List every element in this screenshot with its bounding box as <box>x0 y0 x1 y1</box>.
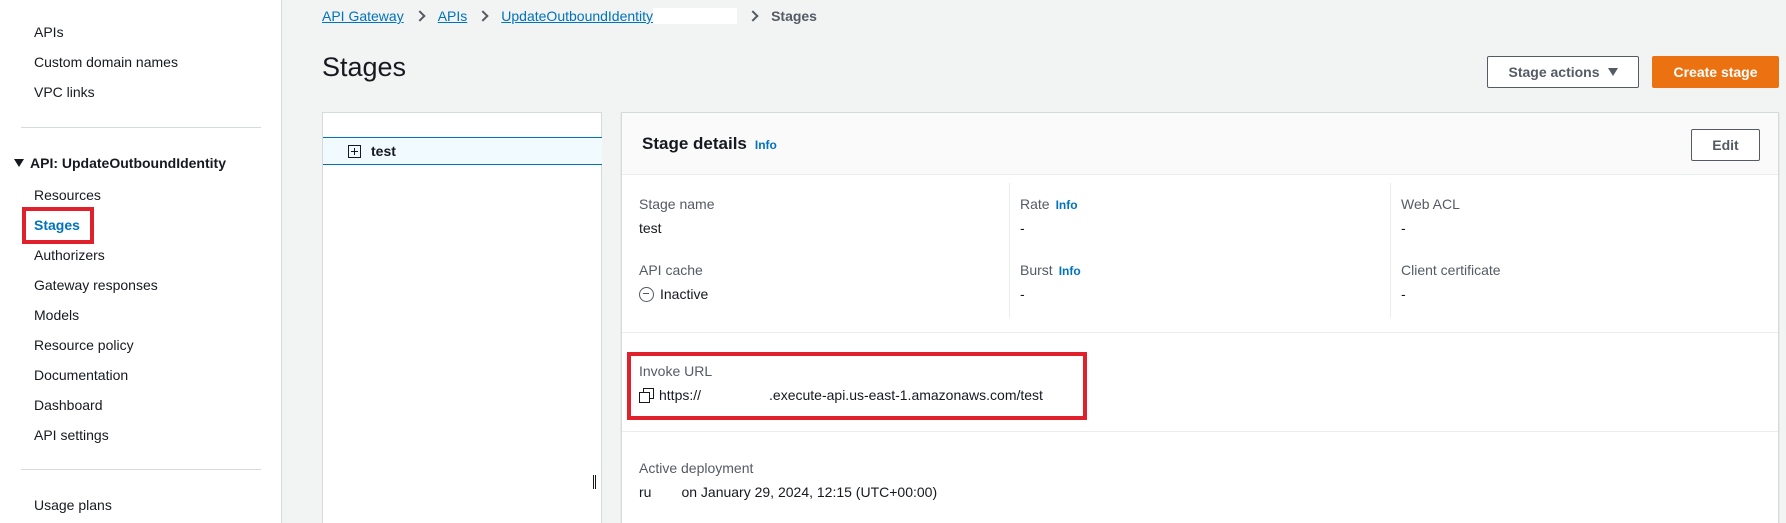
burst-label-row: Burst Info <box>1020 262 1081 278</box>
active-deployment-label: Active deployment <box>639 460 754 476</box>
field-active-deployment: Active deployment ru on January 29, 2024… <box>639 460 937 500</box>
field-web-acl: Web ACL - <box>1401 196 1460 236</box>
highlight-box-invoke-url <box>627 352 1087 420</box>
active-deployment-value: ru on January 29, 2024, 12:15 (UTC+00:00… <box>639 484 937 500</box>
sidebar-item-vpc-links[interactable]: VPC links <box>34 84 95 100</box>
web-acl-label: Web ACL <box>1401 196 1460 212</box>
column-divider <box>1009 183 1010 318</box>
breadcrumb-api-name-text: UpdateOutboundIdentity <box>501 8 654 24</box>
field-rate: Rate Info - <box>1020 196 1078 236</box>
sidebar-item-models[interactable]: Models <box>34 307 79 323</box>
breadcrumb-api-gateway[interactable]: API Gateway <box>322 8 404 24</box>
burst-label: Burst <box>1020 262 1053 278</box>
stage-details-title: Stage details Info <box>642 134 777 154</box>
expand-icon[interactable] <box>348 144 361 158</box>
chevron-right-icon <box>747 10 759 22</box>
create-stage-button[interactable]: Create stage <box>1652 56 1779 88</box>
section-divider <box>622 431 1778 432</box>
info-link[interactable]: Info <box>755 138 777 152</box>
field-client-certificate: Client certificate - <box>1401 262 1501 302</box>
chevron-right-icon <box>414 10 426 22</box>
sidebar-item-api-settings[interactable]: API settings <box>34 427 109 443</box>
column-divider <box>1390 183 1391 318</box>
active-deployment-suffix: on January 29, 2024, 12:15 (UTC+00:00) <box>681 484 938 500</box>
highlight-box-stages <box>22 207 94 244</box>
stage-tree-panel: test <box>322 112 602 523</box>
breadcrumb-apis[interactable]: APIs <box>438 8 468 24</box>
api-cache-value: Inactive <box>660 286 709 302</box>
sidebar-item-gateway-responses[interactable]: Gateway responses <box>34 277 158 293</box>
sidebar-item-dashboard[interactable]: Dashboard <box>34 397 103 413</box>
burst-value: - <box>1020 286 1025 302</box>
web-acl-value: - <box>1401 220 1406 236</box>
rate-label: Rate <box>1020 196 1050 212</box>
sidebar-divider <box>21 469 261 470</box>
stage-actions-button[interactable]: Stage actions <box>1487 56 1639 88</box>
info-link[interactable]: Info <box>1056 198 1078 212</box>
field-stage-name: Stage name test <box>639 196 715 236</box>
sidebar-item-resource-policy[interactable]: Resource policy <box>34 337 134 353</box>
sidebar: APIs Custom domain names VPC links API: … <box>0 0 282 523</box>
caret-down-icon <box>1607 68 1618 76</box>
sidebar-item-usage-plans[interactable]: Usage plans <box>34 497 112 513</box>
caret-down-icon <box>14 159 24 167</box>
stage-name-label: Stage name <box>639 196 715 212</box>
breadcrumb: API Gateway APIs UpdateOutboundIdentity … <box>322 8 817 24</box>
field-api-cache: API cache Inactive <box>639 262 708 302</box>
sidebar-section-title: API: UpdateOutboundIdentity <box>30 155 226 171</box>
sidebar-item-apis[interactable]: APIs <box>34 24 64 40</box>
minus-circle-icon <box>639 286 654 302</box>
rate-label-row: Rate Info <box>1020 196 1078 212</box>
client-cert-label: Client certificate <box>1401 262 1501 278</box>
stage-name-value: test <box>639 220 662 236</box>
edit-button[interactable]: Edit <box>1691 129 1760 161</box>
sidebar-item-custom-domain-names[interactable]: Custom domain names <box>34 54 178 70</box>
stage-actions-label: Stage actions <box>1508 64 1600 80</box>
tree-item-label: test <box>371 143 396 159</box>
tree-item-stage[interactable]: test <box>323 137 602 165</box>
breadcrumb-api-name[interactable]: UpdateOutboundIdentity <box>501 8 738 24</box>
sidebar-item-authorizers[interactable]: Authorizers <box>34 247 105 263</box>
page-title: Stages <box>322 52 407 82</box>
section-divider <box>622 332 1778 333</box>
client-cert-value: - <box>1401 286 1406 302</box>
chevron-right-icon <box>477 10 489 22</box>
stage-details-header: Stage details Info Edit <box>622 113 1778 175</box>
sidebar-item-documentation[interactable]: Documentation <box>34 367 128 383</box>
active-deployment-prefix: ru <box>639 484 652 500</box>
api-cache-label: API cache <box>639 262 703 278</box>
sidebar-divider <box>21 127 261 128</box>
info-link[interactable]: Info <box>1059 264 1081 278</box>
api-cache-value-row: Inactive <box>639 286 708 302</box>
stage-details-panel: Stage details Info Edit Stage name test … <box>621 112 1779 523</box>
field-burst: Burst Info - <box>1020 262 1081 302</box>
sidebar-item-resources[interactable]: Resources <box>34 187 101 203</box>
resize-handle[interactable] <box>593 475 596 489</box>
breadcrumb-current: Stages <box>771 8 817 24</box>
rate-value: - <box>1020 220 1025 236</box>
sidebar-api-section[interactable]: API: UpdateOutboundIdentity <box>14 155 226 171</box>
stage-details-title-text: Stage details <box>642 134 747 153</box>
